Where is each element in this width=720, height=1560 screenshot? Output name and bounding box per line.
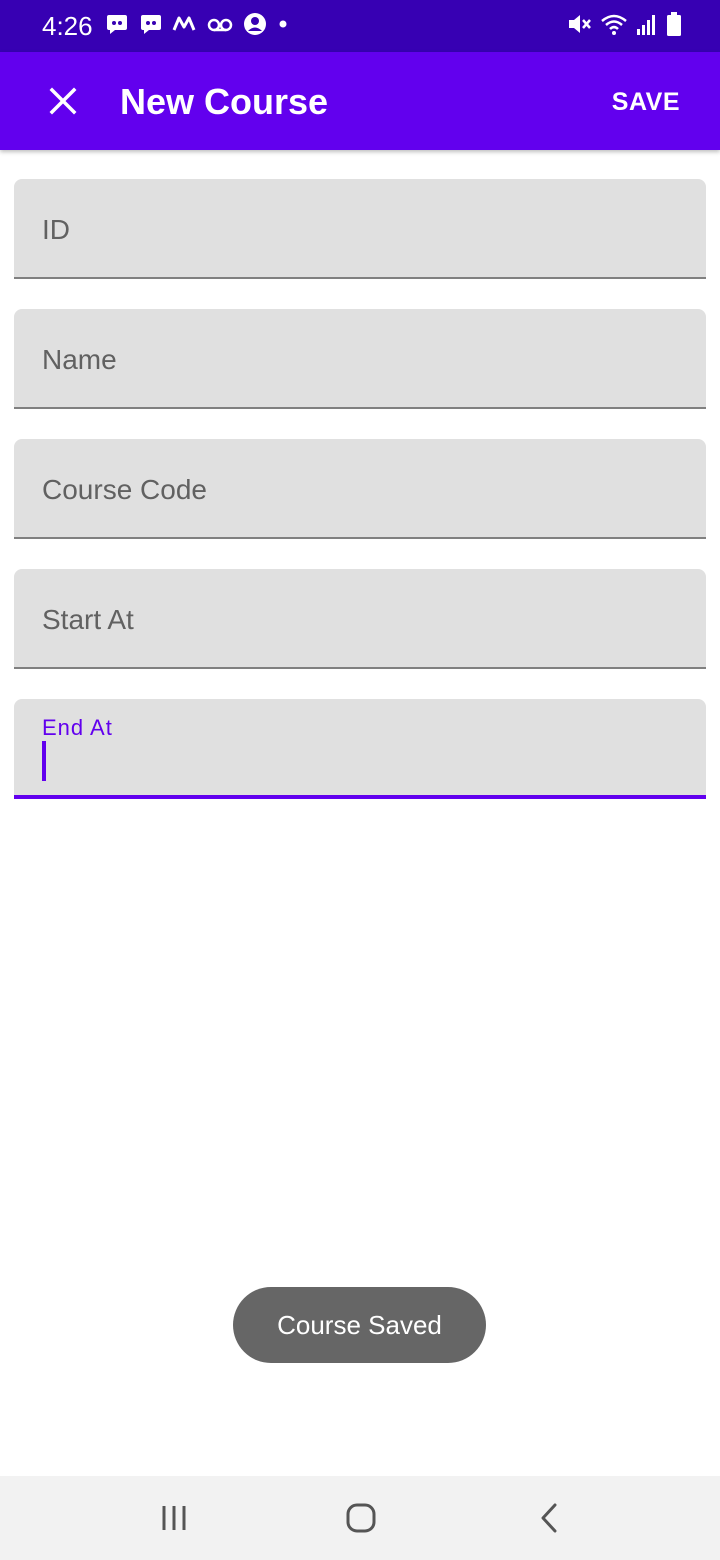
dot-icon xyxy=(276,12,290,41)
start-at-field-label: Start At xyxy=(42,604,134,635)
name-field-label: Name xyxy=(42,344,117,375)
home-icon xyxy=(345,1502,377,1534)
signal-icon xyxy=(636,11,658,42)
mute-icon xyxy=(566,11,592,42)
recents-button[interactable] xyxy=(150,1498,198,1538)
home-button[interactable] xyxy=(337,1498,385,1538)
start-at-field[interactable]: Start At xyxy=(14,569,706,669)
save-button[interactable]: SAVE xyxy=(612,86,680,118)
id-field-label: ID xyxy=(42,214,70,245)
page-title: New Course xyxy=(120,81,329,122)
back-icon xyxy=(537,1502,561,1534)
recents-icon xyxy=(159,1503,189,1533)
voicemail-icon xyxy=(206,12,234,41)
app-bar: New Course SAVE xyxy=(0,52,720,150)
course-code-field-label: Course Code xyxy=(42,474,207,505)
status-time: 4:26 xyxy=(42,11,93,41)
status-left-icons xyxy=(104,12,298,40)
name-field[interactable]: Name xyxy=(14,309,706,409)
close-icon xyxy=(49,87,77,115)
id-field[interactable]: ID xyxy=(14,179,706,279)
toast-message: Course Saved xyxy=(233,1287,486,1363)
status-bar: 4:26 xyxy=(0,0,720,52)
end-at-field-label: End At xyxy=(42,715,113,740)
wifi-icon xyxy=(600,11,628,42)
account-icon xyxy=(242,11,268,42)
back-button[interactable] xyxy=(525,1498,573,1538)
close-button[interactable] xyxy=(36,74,90,128)
status-right-icons xyxy=(558,11,682,42)
navigation-bar xyxy=(0,1476,720,1560)
app-icon xyxy=(172,12,198,41)
discord-icon xyxy=(104,12,130,41)
course-code-field[interactable]: Course Code xyxy=(14,439,706,539)
text-cursor xyxy=(42,741,46,781)
discord-icon xyxy=(138,12,164,41)
battery-icon xyxy=(666,11,682,42)
end-at-field[interactable]: End At xyxy=(14,699,706,799)
